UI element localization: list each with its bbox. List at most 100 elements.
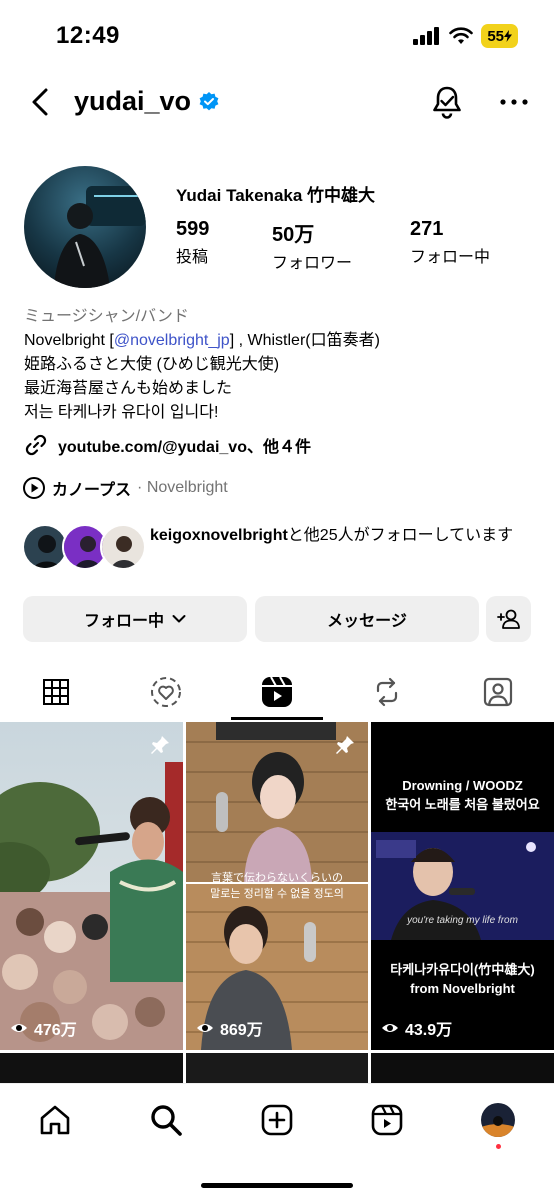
tab-tagged[interactable] (478, 672, 518, 712)
followed-by-text: keigoxnovelbrightと他25人がフォローしています (150, 524, 550, 548)
back-button[interactable] (26, 84, 56, 120)
reel-subtitle: you're taking my life from (407, 915, 518, 926)
bio-line-1-prefix: Novelbright [ (24, 332, 114, 349)
bio-mention-link[interactable]: @novelbright_jp (114, 332, 230, 349)
reel-caption-line-2: 말로는 정리할 수 없을 정도의 (210, 888, 344, 900)
repost-icon (376, 677, 398, 707)
followed-by[interactable]: keigoxnovelbrightと他25人がフォローしています (22, 522, 542, 574)
tab-reels[interactable] (257, 672, 297, 712)
charging-icon (504, 30, 512, 42)
followed-by-name: keigoxnovelbright (150, 527, 288, 544)
notifications-button[interactable] (430, 84, 464, 120)
stat-posts-value: 599 (176, 218, 210, 240)
plus-square-icon (261, 1104, 293, 1136)
tab-reels[interactable] (367, 1100, 407, 1140)
reels-like-icon (151, 677, 181, 707)
bio-line-3: 最近海苔屋さんも始めました (24, 380, 233, 397)
view-count: 869万 (196, 1016, 263, 1040)
reel-title: Drowning / WOODZ 한국어 노래를 처음 불렀어요 (371, 776, 554, 814)
link-icon (25, 434, 47, 456)
reel-thumbnail[interactable]: 言葉で伝わらないくらいの 말로는 정리할 수 없을 정도의 869万 (186, 722, 368, 1050)
status-bar: 12:49 55 (0, 0, 554, 70)
tab-home[interactable] (35, 1100, 75, 1140)
suggested-users-button[interactable] (486, 596, 531, 642)
followed-by-rest: と他25人がフォローしています (287, 527, 514, 544)
signal-icon (413, 27, 440, 45)
stat-followers-label: フォロワー (272, 255, 353, 272)
battery-indicator: 55 (481, 24, 518, 48)
stat-following[interactable]: 271 フォロー中 (410, 218, 490, 267)
reel-3-image (371, 722, 554, 1050)
home-indicator[interactable] (201, 1183, 353, 1188)
following-button[interactable]: フォロー中 (23, 596, 247, 642)
profile-avatar[interactable] (24, 166, 146, 288)
content-tabs (0, 664, 554, 722)
external-link[interactable]: youtube.com/@yudai_vo、他４件 (24, 433, 311, 457)
following-button-label: フォロー中 (83, 613, 164, 630)
stat-posts-label: 投稿 (176, 249, 209, 266)
home-icon (40, 1105, 70, 1135)
status-icons: 55 (413, 24, 518, 48)
back-icon (32, 88, 48, 116)
full-name: Yudai Takenaka 竹中雄大 (176, 186, 376, 205)
grid-icon (43, 679, 69, 705)
bio-line-1-suffix: ] , Whistler(口笛奏者) (229, 332, 380, 349)
reel-thumbnail[interactable]: Drowning / WOODZ 한국어 노래를 처음 불렀어요 you're … (371, 722, 554, 1050)
tab-reposts[interactable] (367, 672, 407, 712)
message-button-label: メッセージ (327, 613, 407, 630)
notification-dot (496, 1144, 501, 1149)
tab-posts[interactable] (36, 672, 76, 712)
username: yudai_vo (74, 86, 192, 116)
reel-footer-line-1: 타케나카유다이(竹中雄大) (390, 962, 535, 977)
avatar-photo (24, 166, 146, 288)
bell-icon (433, 86, 461, 119)
view-count-value: 869万 (220, 1022, 263, 1039)
eye-icon (382, 1024, 398, 1032)
view-count: 43.9万 (381, 1016, 452, 1040)
tagged-icon (483, 677, 513, 707)
view-count-value: 476万 (34, 1022, 77, 1039)
profile-tab-avatar (481, 1103, 515, 1137)
eye-icon (11, 1024, 27, 1032)
tab-profile[interactable] (478, 1100, 518, 1140)
profile-music[interactable]: カノープス · Novelbright (22, 476, 228, 500)
reel-title-line-1: Drowning / WOODZ (402, 778, 523, 793)
reel-caption-line-1: 言葉で伝わらないくらいの (211, 872, 343, 884)
reel-thumbnail[interactable]: 476万 (0, 722, 183, 1050)
active-tab-indicator (231, 717, 323, 720)
reel-thumbnail[interactable] (371, 1053, 554, 1083)
wifi-icon (449, 27, 474, 44)
tab-search[interactable] (146, 1100, 186, 1140)
reel-title-line-2: 한국어 노래를 처음 불렀어요 (385, 797, 540, 812)
bio-line-1: Novelbright [@novelbright_jp] , Whistler… (24, 329, 534, 353)
chevron-down-icon (172, 615, 186, 623)
stat-followers-value: 50万 (272, 224, 315, 246)
view-count: 476万 (10, 1016, 77, 1040)
tab-liked-reels[interactable] (146, 672, 186, 712)
reel-1-image (0, 722, 183, 1050)
search-icon (151, 1105, 182, 1136)
music-song-title: カノープス (52, 482, 132, 499)
follower-avatar (100, 524, 146, 570)
stat-followers[interactable]: 50万 フォロワー (272, 218, 352, 273)
reel-footer-line-2: from Novelbright (410, 981, 515, 996)
more-options-button[interactable] (498, 90, 530, 114)
reel-caption: 言葉で伝わらないくらいの 말로는 정리할 수 없을 정도의 (186, 870, 368, 902)
status-time: 12:49 (56, 22, 120, 49)
verified-badge-icon (199, 91, 219, 110)
pin-icon (151, 736, 169, 754)
message-button[interactable]: メッセージ (255, 596, 479, 642)
bio-line-4: 저는 타케나카 유다이 입니다! (24, 404, 219, 421)
reel-thumbnail[interactable] (0, 1053, 183, 1083)
stat-posts[interactable]: 599 投稿 (176, 218, 209, 267)
tab-create[interactable] (257, 1100, 297, 1140)
view-count-value: 43.9万 (405, 1022, 453, 1039)
bio: ミュージシャン/バンド Novelbright [@novelbright_jp… (24, 305, 534, 425)
add-user-icon (496, 609, 520, 629)
play-circle-icon (23, 477, 45, 499)
pin-icon (336, 736, 354, 754)
reel-thumbnail[interactable] (186, 1053, 368, 1083)
music-artist: · Novelbright (137, 479, 228, 496)
reels-icon (371, 1104, 403, 1136)
external-link-text: youtube.com/@yudai_vo、他４件 (58, 439, 311, 456)
